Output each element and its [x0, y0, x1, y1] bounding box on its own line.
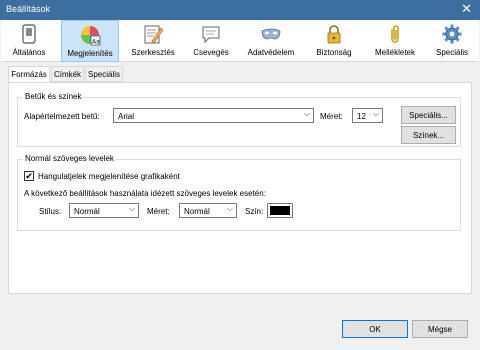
font-size-value: 12	[357, 112, 366, 121]
style-value: Normál	[74, 207, 100, 216]
toolbar-chat-button[interactable]: Csevegés	[185, 20, 237, 62]
switch-icon	[22, 24, 36, 44]
toolbar-advanced-label: Speciális	[435, 48, 468, 57]
chat-icon	[202, 26, 220, 44]
gear-icon	[442, 24, 462, 44]
tab-tags[interactable]: Címkék	[51, 66, 84, 82]
window-title: Beállítások	[6, 4, 51, 14]
close-icon[interactable]: ✕	[461, 1, 472, 17]
default-font-select[interactable]: Arial ⌵	[113, 108, 314, 123]
ok-button[interactable]: OK	[342, 320, 408, 338]
svg-text:Aa: Aa	[92, 39, 100, 46]
quoted-settings-heading: A következő beállítások használata idéze…	[24, 189, 266, 198]
tab-panel-formatting: Betűk és színek Alapértelmezett betű: Ar…	[8, 82, 472, 294]
toolbar-compose-button[interactable]: Szerkesztés	[125, 20, 181, 62]
colors-button[interactable]: Színek...	[401, 126, 456, 144]
paperclip-icon	[391, 25, 399, 43]
toolbar-attachments-button[interactable]: Mellékletek	[365, 20, 425, 62]
font-advanced-button[interactable]: Speciális...	[401, 106, 456, 124]
toolbar-display-label: Megjelenítés	[67, 49, 113, 58]
toolbar-security-label: Biztonság	[316, 48, 352, 57]
lock-icon	[327, 25, 341, 44]
quoted-size-select[interactable]: Normál ⌵	[179, 203, 237, 218]
chevron-down-icon: ⌵	[372, 109, 379, 118]
style-label: Stílus:	[39, 207, 62, 216]
edit-icon	[144, 25, 164, 44]
palette-icon: Aa	[81, 26, 101, 46]
chevron-down-icon: ⌵	[128, 204, 135, 213]
toolbar-compose-label: Szerkesztés	[131, 48, 175, 57]
tab-formatting[interactable]: Formázás	[8, 66, 50, 83]
quoted-size-value: Normál	[184, 207, 210, 216]
chevron-down-icon: ⌵	[303, 109, 310, 118]
font-size-label: Méret:	[320, 112, 343, 121]
plain-text-group-title: Normál szöveges levelek	[23, 154, 116, 163]
smileys-checkbox[interactable]: ✔	[24, 171, 34, 181]
default-font-label: Alapértelmezett betű:	[24, 112, 100, 121]
toolbar-attachments-label: Mellékletek	[374, 48, 415, 57]
category-toolbar: Általános Aa Megjelenítés Szerkesztés Cs	[1, 20, 479, 62]
default-font-value: Arial	[118, 112, 135, 121]
color-label: Szín:	[245, 207, 264, 216]
toolbar-privacy-label: Adatvédelem	[247, 48, 295, 57]
toolbar-general-label: Általános	[12, 48, 46, 57]
mask-icon	[261, 28, 281, 40]
toolbar-display-button[interactable]: Aa Megjelenítés	[61, 20, 119, 62]
font-size-select[interactable]: 12 ⌵	[352, 108, 383, 123]
cancel-button[interactable]: Mégse	[412, 320, 468, 338]
color-swatch-fill	[270, 206, 290, 215]
toolbar-privacy-button[interactable]: Adatvédelem	[239, 20, 303, 62]
fonts-colors-group-title: Betűk és színek	[23, 92, 84, 101]
tab-advanced[interactable]: Speciális	[85, 66, 123, 82]
smileys-checkbox-label: Hangulatjelek megjelenítése grafikaként	[38, 172, 180, 181]
toolbar-general-button[interactable]: Általános	[3, 20, 55, 62]
toolbar-chat-label: Csevegés	[193, 48, 229, 57]
style-select[interactable]: Normál ⌵	[69, 203, 139, 218]
toolbar-advanced-button[interactable]: Speciális	[427, 20, 477, 62]
color-picker[interactable]	[267, 203, 293, 218]
dialog-footer: OK Mégse	[0, 294, 480, 350]
title-bar: Beállítások ✕	[0, 0, 480, 20]
chevron-down-icon: ⌵	[226, 204, 233, 213]
quoted-size-label: Méret:	[147, 207, 170, 216]
toolbar-security-button[interactable]: Biztonság	[305, 20, 363, 62]
